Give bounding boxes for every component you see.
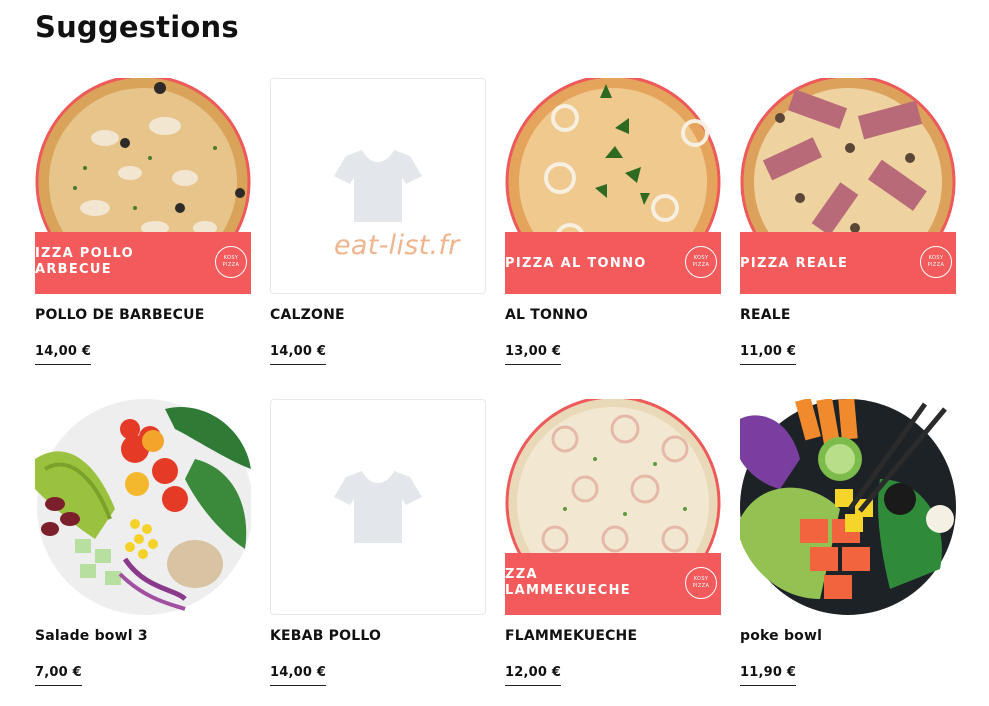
product-image[interactable]: ZZA LAMMEKUECHE KOSY PIZZA	[505, 399, 721, 615]
product-name[interactable]: POLLO DE BARBECUE	[35, 307, 204, 323]
product-image[interactable]	[270, 399, 486, 615]
product-name[interactable]: AL TONNO	[505, 307, 588, 323]
page-title: Suggestions	[35, 10, 239, 44]
promo-text: PIZZA AL TONNO	[505, 256, 647, 271]
product-price: 7,00 €	[35, 665, 82, 686]
promo-text: ZZA LAMMEKUECHE	[505, 567, 631, 598]
promo-text: PIZZA REALE	[740, 256, 849, 271]
brand-badge: KOSY PIZZA	[685, 246, 717, 278]
product-image[interactable]: PIZZA REALE KOSY PIZZA	[740, 78, 956, 294]
tshirt-icon	[334, 471, 422, 543]
brand-badge: KOSY PIZZA	[920, 246, 952, 278]
poke-bowl-photo	[740, 399, 956, 615]
product-name[interactable]: REALE	[740, 307, 791, 323]
product-price: 11,00 €	[740, 344, 797, 365]
product-image[interactable]: PIZZA AL TONNO KOSY PIZZA	[505, 78, 721, 294]
product-card[interactable]: PIZZA AL TONNO KOSY PIZZA AL TONNO 13,00…	[505, 78, 721, 365]
product-price: 14,00 €	[270, 344, 327, 365]
product-image[interactable]	[740, 399, 956, 615]
product-name[interactable]: KEBAB POLLO	[270, 628, 381, 644]
product-card[interactable]: ZZA LAMMEKUECHE KOSY PIZZA FLAMMEKUECHE …	[505, 399, 721, 686]
product-card[interactable]: CALZONE 14,00 €	[270, 78, 486, 365]
product-name[interactable]: FLAMMEKUECHE	[505, 628, 637, 644]
product-price: 12,00 €	[505, 665, 562, 686]
promo-banner: PIZZA AL TONNO KOSY PIZZA	[505, 232, 721, 294]
promo-banner: ZZA LAMMEKUECHE KOSY PIZZA	[505, 553, 721, 615]
promo-text: IZZA POLLO ARBECUE	[35, 246, 135, 277]
product-name[interactable]: CALZONE	[270, 307, 345, 323]
product-image[interactable]	[270, 78, 486, 294]
brand-badge: KOSY PIZZA	[215, 246, 247, 278]
product-price: 14,00 €	[35, 344, 92, 365]
product-card[interactable]: Salade bowl 3 7,00 €	[35, 399, 251, 686]
product-price: 14,00 €	[270, 665, 327, 686]
product-card[interactable]: poke bowl 11,90 €	[740, 399, 956, 686]
watermark-text: eat-list.fr	[334, 230, 460, 261]
product-name[interactable]: Salade bowl 3	[35, 628, 148, 644]
product-card[interactable]: PIZZA REALE KOSY PIZZA REALE 11,00 €	[740, 78, 956, 365]
product-image[interactable]	[35, 399, 251, 615]
product-card[interactable]: IZZA POLLO ARBECUE KOSY PIZZA POLLO DE B…	[35, 78, 251, 365]
product-price: 13,00 €	[505, 344, 562, 365]
product-image[interactable]: IZZA POLLO ARBECUE KOSY PIZZA	[35, 78, 251, 294]
product-card[interactable]: KEBAB POLLO 14,00 €	[270, 399, 486, 686]
product-price: 11,90 €	[740, 665, 797, 686]
product-name[interactable]: poke bowl	[740, 628, 822, 644]
salad-bowl-photo	[35, 399, 251, 615]
promo-banner: PIZZA REALE KOSY PIZZA	[740, 232, 956, 294]
suggestions-page: Suggestions IZZA POLLO ARBECUE KOSY PIZZ…	[0, 0, 989, 706]
tshirt-icon	[334, 150, 422, 222]
brand-badge: KOSY PIZZA	[685, 567, 717, 599]
promo-banner: IZZA POLLO ARBECUE KOSY PIZZA	[35, 232, 251, 294]
